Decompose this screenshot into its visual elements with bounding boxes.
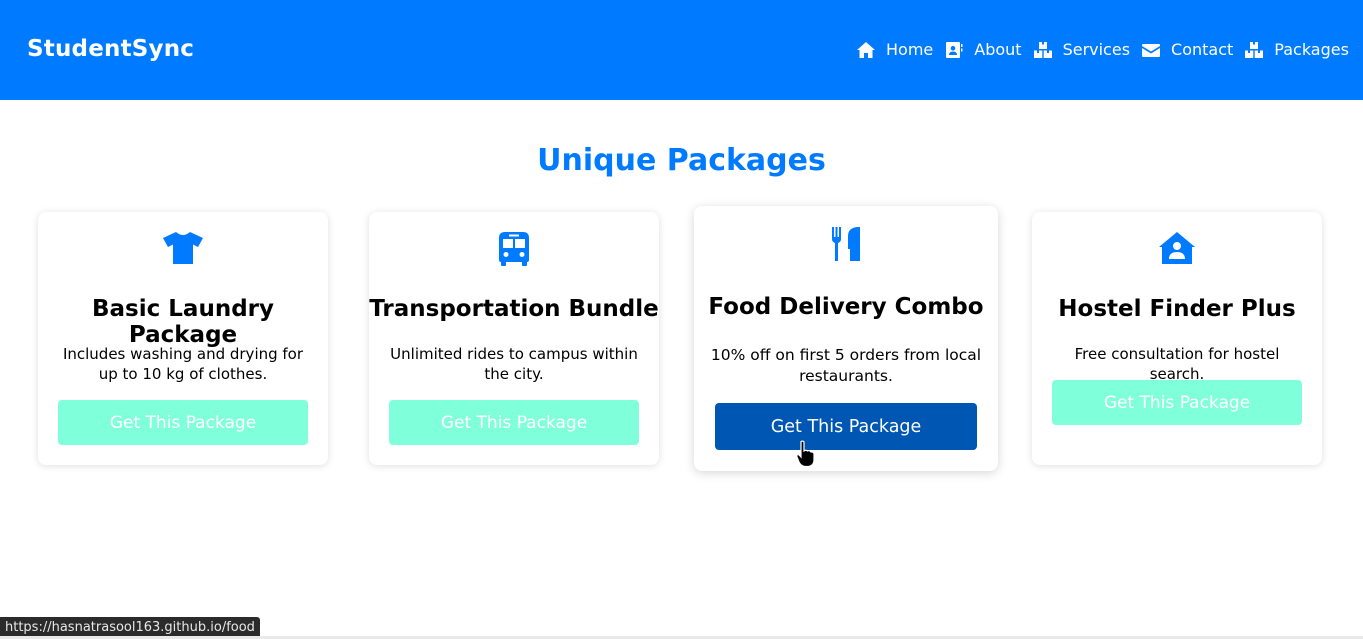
navbar: StudentSync Home About Services Contact … — [0, 0, 1363, 100]
card-title: Basic Laundry Package — [92, 296, 274, 348]
get-package-button[interactable]: Get This Package — [58, 400, 308, 445]
tshirt-icon — [163, 232, 203, 264]
package-card-laundry: Basic Laundry Package Includes washing a… — [38, 212, 328, 465]
card-description: 10% off on first 5 orders from local res… — [710, 346, 982, 385]
nav-item-about[interactable]: About — [944, 40, 1022, 60]
nav-item-home[interactable]: Home — [856, 40, 933, 60]
boxes-icon — [1245, 42, 1264, 58]
nav-label-contact: Contact — [1171, 40, 1234, 59]
address-card-icon — [946, 42, 963, 58]
package-card-hostel: Hostel Finder Plus Free consultation for… — [1032, 212, 1322, 465]
house-user-icon — [1159, 232, 1195, 264]
card-description: Free consultation for hostel search. — [1074, 345, 1280, 383]
nav-item-services[interactable]: Services — [1033, 40, 1130, 60]
card-title: Hostel Finder Plus — [1058, 296, 1296, 322]
nav-label-services: Services — [1062, 40, 1131, 59]
card-title: Food Delivery Combo — [708, 294, 984, 320]
nav-item-packages[interactable]: Packages — [1244, 40, 1349, 60]
nav-label-home: Home — [886, 40, 934, 59]
package-card-transportation: Transportation Bundle Unlimited rides to… — [369, 212, 659, 465]
get-package-button[interactable]: Get This Package — [715, 403, 977, 450]
envelope-icon — [1142, 44, 1161, 57]
get-package-button[interactable]: Get This Package — [389, 400, 639, 445]
get-package-button[interactable]: Get This Package — [1052, 380, 1302, 425]
home-icon — [857, 42, 875, 58]
nav-item-contact[interactable]: Contact — [1141, 40, 1233, 60]
bus-icon — [499, 232, 529, 266]
brand-logo[interactable]: StudentSync — [27, 36, 194, 62]
package-card-food: Food Delivery Combo 10% off on first 5 o… — [694, 206, 998, 471]
card-title: Transportation Bundle — [369, 296, 659, 322]
utensils-icon — [832, 227, 860, 261]
section-heading: Unique Packages — [537, 143, 826, 178]
nav-label-packages: Packages — [1274, 40, 1349, 59]
card-description: Includes washing and drying for up to 10… — [62, 345, 304, 383]
boxes-icon — [1033, 42, 1052, 58]
nav-menu: Home About Services Contact Packages — [856, 40, 1360, 60]
hand-cursor-icon — [796, 440, 815, 468]
card-description: Unlimited rides to campus within the cit… — [390, 345, 638, 383]
nav-label-about: About — [974, 40, 1022, 59]
